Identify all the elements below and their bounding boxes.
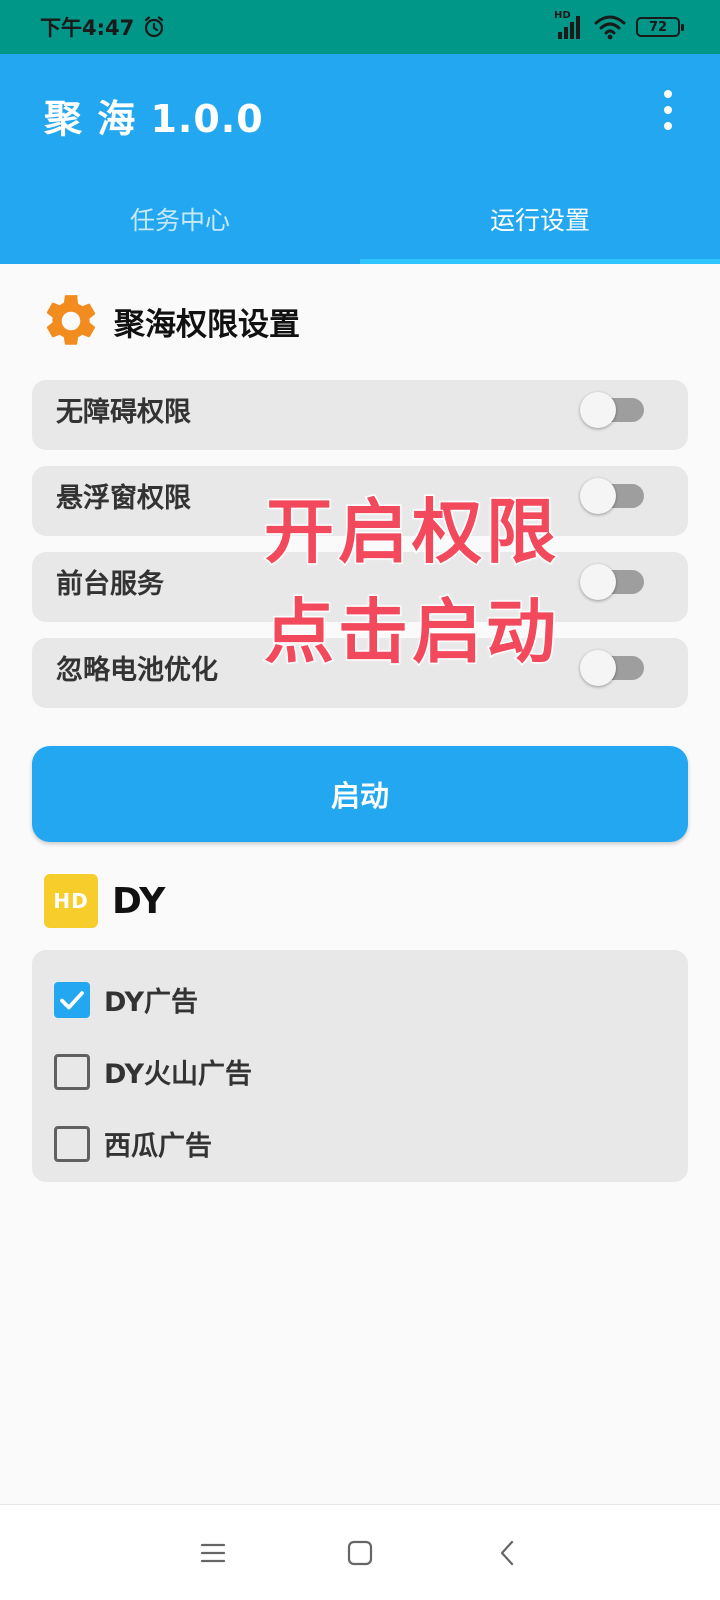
tab-task-center[interactable]: 任务中心	[0, 174, 360, 264]
option-label: 西瓜广告	[104, 1131, 212, 1162]
signal-icon: HD	[554, 10, 584, 40]
back-chevron-icon	[500, 1540, 513, 1565]
dy-options-card: DY广告 DY火山广告 西瓜广告	[32, 950, 688, 1182]
app-bar: 聚 海 1.0.0 任务中心 运行设置	[0, 54, 720, 264]
checkbox-unchecked[interactable]	[54, 1053, 90, 1090]
back-nav-button[interactable]	[477, 1523, 537, 1583]
home-nav-button[interactable]	[330, 1523, 390, 1583]
battery-optimization-toggle[interactable]	[580, 650, 644, 686]
alarm-icon	[145, 16, 164, 38]
dy-option-volcano-ads[interactable]: DY火山广告	[54, 1052, 252, 1091]
overlay-annotation-line2: 点击启动	[263, 590, 560, 675]
status-time: 下午4:47	[40, 16, 135, 40]
foreground-service-toggle[interactable]	[580, 564, 644, 600]
overlay-window-toggle[interactable]	[580, 478, 644, 514]
menu-icon	[201, 1543, 226, 1562]
hd-badge-icon: HD	[44, 874, 98, 928]
dy-option-dy-ads[interactable]: DY广告	[54, 980, 198, 1019]
tab-bar: 任务中心 运行设置	[0, 174, 720, 264]
permission-label: 忽略电池优化	[56, 655, 218, 686]
option-label: DY广告	[104, 987, 198, 1018]
permissions-header: 聚海权限设置	[40, 290, 300, 352]
battery-icon: 72	[636, 17, 684, 37]
dy-option-xigua-ads[interactable]: 西瓜广告	[54, 1124, 212, 1163]
checkbox-checked[interactable]	[54, 981, 90, 1018]
overlay-annotation-line1: 开启权限	[263, 490, 560, 575]
battery-level: 72	[648, 19, 668, 35]
hd-badge-text: HD	[53, 889, 89, 913]
home-square-icon	[347, 1540, 373, 1565]
status-icons: HD 72	[554, 10, 684, 40]
check-icon	[60, 990, 84, 1009]
menu-nav-button[interactable]	[183, 1523, 243, 1583]
wifi-icon	[594, 15, 626, 40]
system-nav-bar	[0, 1504, 720, 1600]
checkbox-unchecked[interactable]	[54, 1125, 90, 1162]
permission-label: 前台服务	[56, 569, 164, 600]
tab-label: 运行设置	[489, 206, 590, 235]
permission-label: 悬浮窗权限	[56, 483, 191, 514]
tab-run-settings[interactable]: 运行设置	[360, 174, 720, 264]
status-bar: 下午4:47 HD 72	[0, 0, 720, 54]
option-label: DY火山广告	[104, 1059, 252, 1090]
dy-title: DY	[112, 880, 166, 922]
status-time-group: 下午4:47	[40, 12, 166, 42]
accessibility-toggle[interactable]	[580, 392, 644, 428]
overflow-menu-icon[interactable]	[656, 90, 680, 130]
start-button[interactable]: 启动	[32, 746, 688, 842]
permission-label: 无障碍权限	[56, 397, 191, 428]
dy-header: HD DY	[44, 874, 165, 928]
gear-icon	[46, 295, 96, 345]
app-title: 聚 海 1.0.0	[44, 97, 264, 141]
permission-row-accessibility: 无障碍权限	[32, 380, 688, 450]
tab-label: 任务中心	[129, 206, 230, 235]
permissions-title: 聚海权限设置	[114, 306, 300, 343]
